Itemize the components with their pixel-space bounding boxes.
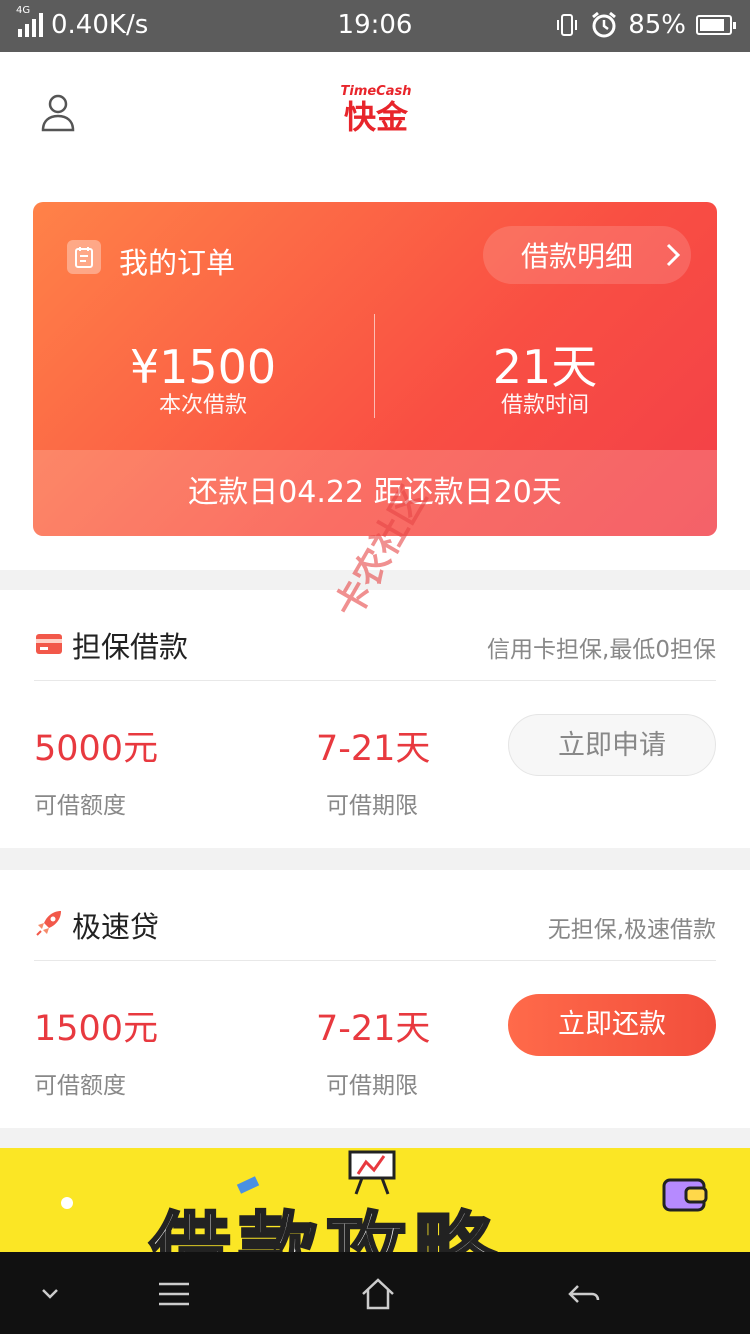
order-card: 我的订单 借款明细 ¥1500 本次借款 21天 借款时间 还款日04.22 距…	[33, 202, 717, 536]
loan-detail-label: 借款明细	[521, 240, 634, 273]
loan-amount-stat: ¥1500 本次借款	[53, 342, 353, 420]
wallet-icon	[662, 1178, 708, 1212]
product-name: 极速贷	[72, 910, 160, 944]
alarm-icon	[592, 11, 617, 38]
divider	[34, 960, 716, 961]
home-icon[interactable]	[358, 1274, 398, 1314]
status-bar: 4G 0.40K/s 19:06 85%	[0, 0, 750, 52]
user-profile-icon[interactable]	[40, 92, 76, 132]
chevron-right-icon	[666, 243, 681, 267]
vibrate-icon	[557, 14, 578, 36]
loan-guide-banner[interactable]: 借款攻略	[0, 1148, 750, 1252]
clock: 19:06	[337, 10, 413, 40]
credit-amount: 5000元	[34, 729, 159, 769]
order-title: 我的订单	[119, 246, 236, 280]
loan-term: 7-21天	[316, 729, 431, 769]
product-guaranteed-loan: 担保借款 信用卡担保,最低0担保 5000元 可借额度 7-21天 可借期限 立…	[0, 590, 750, 848]
credit-amount-label: 可借额度	[34, 1073, 126, 1099]
credit-amount-label: 可借额度	[34, 793, 126, 819]
battery-percent: 85%	[628, 10, 686, 40]
chevron-down-icon[interactable]	[30, 1274, 70, 1314]
product-express-loan: 极速贷 无担保,极速借款 1500元 可借额度 7-21天 可借期限 立即还款	[0, 870, 750, 1128]
stat-divider	[374, 314, 375, 418]
apply-now-button[interactable]: 立即申请	[508, 714, 716, 776]
loan-detail-button[interactable]: 借款明细	[483, 226, 691, 284]
loan-term: 7-21天	[316, 1009, 431, 1049]
loan-duration-label: 借款时间	[500, 393, 589, 418]
product-description: 无担保,极速借款	[547, 917, 716, 943]
repay-now-button[interactable]: 立即还款	[508, 994, 716, 1056]
banner-title: 借款攻略	[149, 1203, 502, 1253]
loan-amount: ¥1500	[129, 340, 277, 394]
header: TimeCash 快金 我的订单 借款明细 ¥1500 本次借款 21天 借款时…	[0, 52, 750, 570]
credit-card-icon	[36, 634, 62, 654]
system-nav-bar	[0, 1252, 750, 1334]
product-name: 担保借款	[72, 630, 189, 664]
divider	[34, 680, 716, 681]
loan-term-label: 可借期限	[326, 1073, 418, 1099]
credit-amount: 1500元	[34, 1009, 159, 1049]
loan-duration-stat: 21天 借款时间	[395, 342, 695, 420]
battery-icon	[696, 15, 736, 35]
product-description: 信用卡担保,最低0担保	[487, 637, 716, 663]
back-icon[interactable]	[564, 1274, 604, 1314]
rocket-icon	[36, 911, 61, 936]
app-logo: TimeCash 快金	[340, 84, 412, 136]
confetti-dot-icon	[61, 1197, 73, 1209]
loan-duration: 21天	[492, 340, 598, 394]
loan-term-label: 可借期限	[326, 793, 418, 819]
loan-amount-label: 本次借款	[158, 393, 247, 418]
order-document-icon	[67, 240, 101, 274]
menu-icon[interactable]	[154, 1274, 194, 1314]
